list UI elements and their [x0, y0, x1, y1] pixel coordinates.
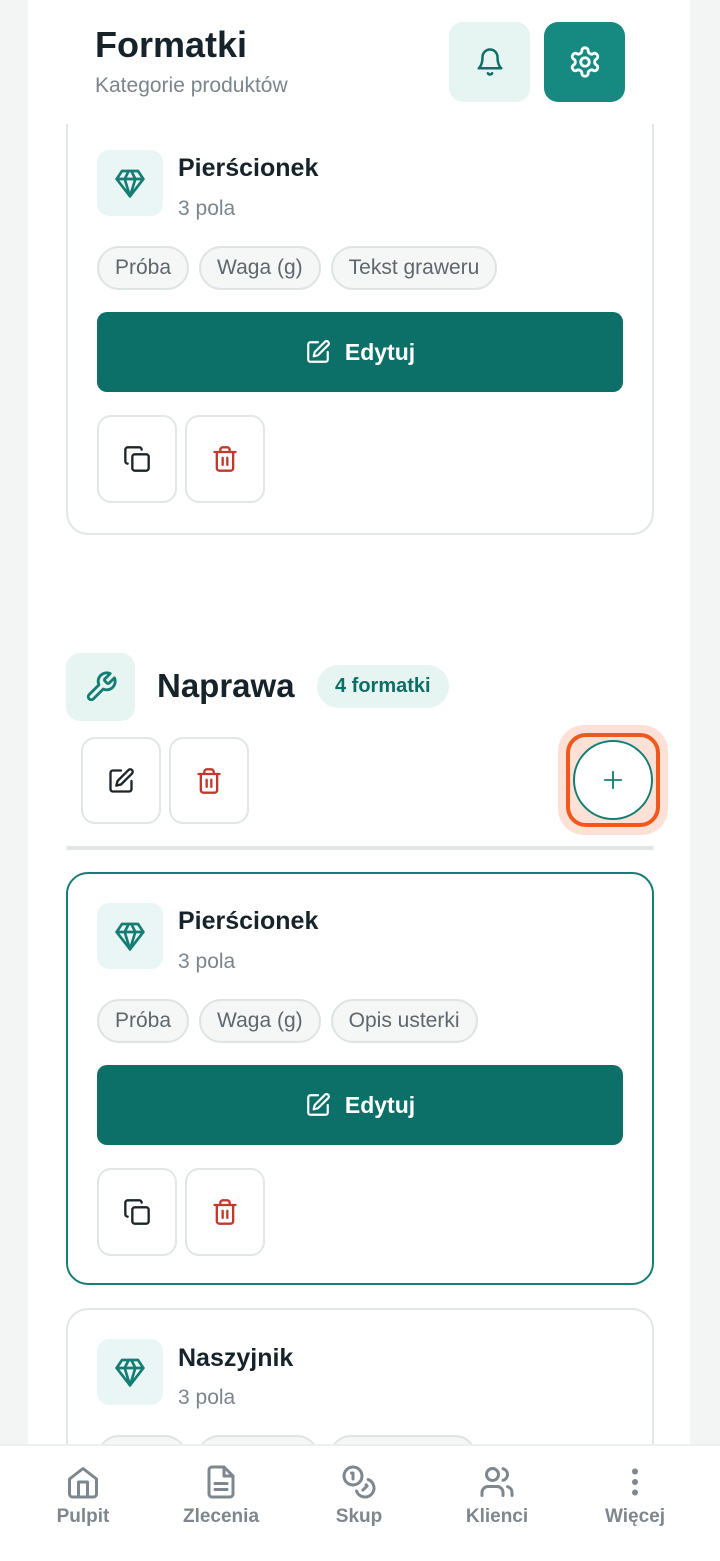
card-field-count: 3 pola [178, 197, 236, 220]
section-divider [66, 846, 654, 850]
edit-button-label: Edytuj [344, 1091, 416, 1118]
edit-icon [307, 1093, 330, 1116]
document-icon [207, 1465, 235, 1499]
section-count-badge: 4 formatki [317, 665, 449, 708]
nav-item-pulpit[interactable]: Pulpit [14, 1446, 152, 1561]
nav-item-wiecej[interactable]: Więcej [566, 1446, 704, 1561]
field-chip: Próba [97, 246, 190, 290]
home-icon [68, 1467, 98, 1499]
field-chips: Próba Waga (g) Tekst graweru [97, 246, 498, 290]
field-chips: Próba Waga (g) Opis usterki [97, 999, 478, 1043]
field-chip: Próba [97, 999, 190, 1043]
trash-icon [197, 767, 221, 794]
coins-icon [342, 1465, 376, 1499]
card-title: Pierścionek [178, 154, 319, 182]
nav-label: Zlecenia [182, 1506, 260, 1527]
edit-button-label: Edytuj [344, 338, 416, 365]
trash-icon [213, 1199, 237, 1225]
card-title: Naszyjnik [178, 1344, 294, 1372]
page-title: Formatki [95, 24, 248, 65]
gem-icon [115, 1358, 145, 1387]
field-chip: Waga (g) [199, 999, 321, 1043]
users-icon [480, 1467, 514, 1497]
card-title: Pierścionek [178, 907, 319, 935]
trash-icon [213, 446, 237, 472]
card-icon-tile [97, 903, 163, 969]
edit-button[interactable]: Edytuj [97, 1065, 623, 1145]
card-field-count: 3 pola [178, 1386, 236, 1409]
gem-icon [115, 922, 145, 951]
delete-button[interactable] [185, 1168, 265, 1256]
delete-section-button[interactable] [169, 737, 249, 824]
more-vertical-icon [632, 1468, 638, 1496]
page-subtitle: Kategorie produktów [95, 74, 288, 97]
copy-icon [124, 446, 150, 472]
settings-button[interactable] [544, 22, 625, 102]
card-icon-tile [97, 150, 163, 216]
edit-icon [307, 340, 330, 363]
notifications-button[interactable] [449, 22, 530, 102]
nav-label: Pulpit [56, 1506, 110, 1527]
plus-icon [603, 770, 623, 790]
card-icon-tile [97, 1339, 163, 1405]
nav-item-skup[interactable]: Skup [290, 1446, 428, 1561]
edit-button[interactable]: Edytuj [97, 312, 623, 392]
page-content: Formatki Kategorie produktów Pierścionek… [28, 0, 690, 1561]
section-icon-tile [66, 653, 135, 721]
template-card: Pierścionek 3 pola Próba Waga (g) Opis u… [66, 872, 654, 1285]
add-template-highlight [558, 725, 668, 835]
gear-icon [570, 46, 599, 78]
card-field-count: 3 pola [178, 950, 236, 973]
field-chip: Tekst graweru [330, 246, 498, 290]
duplicate-button[interactable] [97, 1168, 177, 1256]
edit-icon [109, 767, 134, 793]
bell-icon [477, 48, 502, 76]
duplicate-button[interactable] [97, 415, 177, 503]
copy-icon [124, 1199, 150, 1225]
wrench-icon [86, 671, 117, 702]
edit-section-button[interactable] [81, 737, 161, 824]
field-chip: Waga (g) [199, 246, 321, 290]
nav-label: Klienci [465, 1506, 529, 1527]
nav-item-klienci[interactable]: Klienci [428, 1446, 566, 1561]
bottom-navigation: Pulpit Zlecenia Skup Klienci Więcej [0, 1444, 720, 1561]
nav-label: Więcej [604, 1506, 666, 1527]
field-chip: Opis usterki [330, 999, 478, 1043]
delete-button[interactable] [185, 415, 265, 503]
page-header: Formatki Kategorie produktów [28, 0, 690, 124]
add-template-button[interactable] [573, 740, 653, 820]
section-title: Naprawa [157, 667, 295, 704]
template-card: Pierścionek 3 pola Próba Waga (g) Tekst … [66, 124, 654, 535]
nav-item-zlecenia[interactable]: Zlecenia [152, 1446, 290, 1561]
nav-label: Skup [335, 1506, 383, 1527]
gem-icon [115, 169, 145, 198]
